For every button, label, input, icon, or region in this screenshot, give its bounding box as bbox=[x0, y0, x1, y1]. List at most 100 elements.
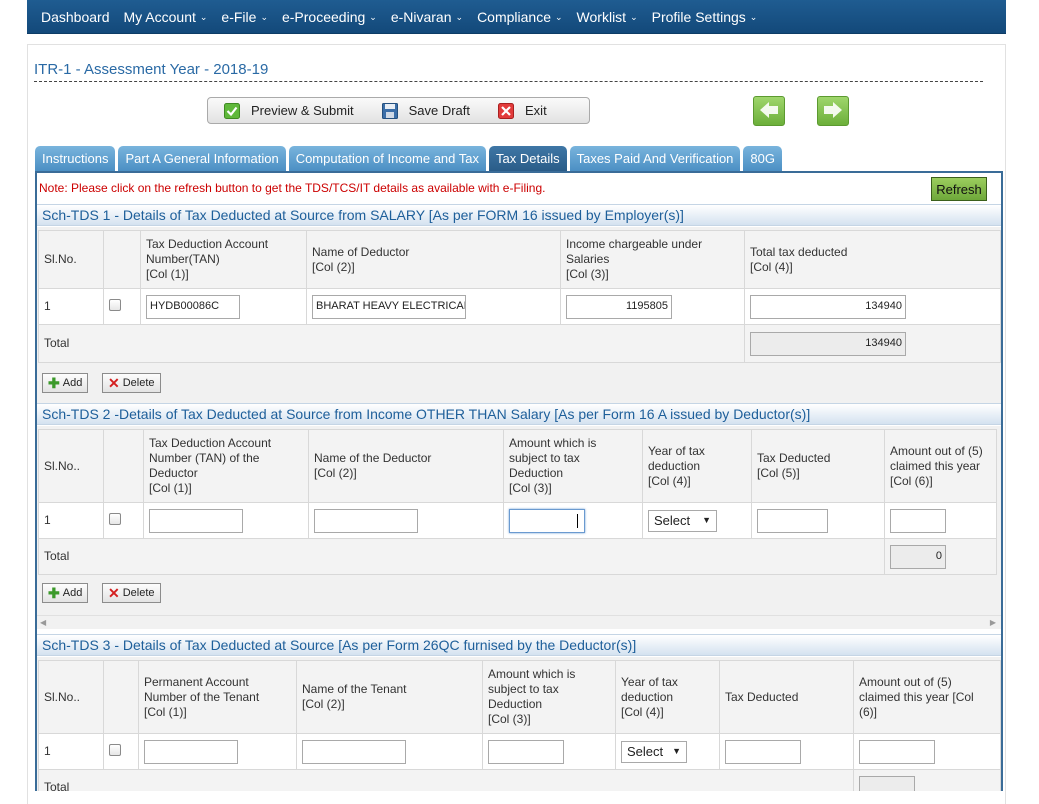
row-checkbox[interactable] bbox=[109, 743, 121, 756]
save-draft-button[interactable]: Save Draft bbox=[381, 102, 470, 119]
year-select[interactable]: Select ▼ bbox=[648, 509, 717, 532]
close-icon bbox=[498, 102, 515, 119]
table-row: 1 Select ▼ bbox=[38, 733, 1001, 770]
nav-item-dashboard[interactable]: Dashboard bbox=[41, 9, 110, 25]
year-select-value: Select bbox=[627, 744, 664, 759]
text-cursor bbox=[577, 513, 578, 528]
tds2-table: Sl.No.. Tax Deduction Account Number (TA… bbox=[38, 429, 997, 575]
nav-item-label: e-Proceeding bbox=[281, 8, 366, 25]
col-header: Name of the Tenant [Col (2)] bbox=[296, 660, 483, 734]
add-button[interactable]: ✚ Add bbox=[42, 583, 89, 603]
chevron-down-icon: ⌄ bbox=[555, 12, 563, 23]
nav-item-label: Worklist bbox=[576, 8, 627, 25]
pan-input[interactable] bbox=[144, 739, 238, 764]
chevron-down-icon: ⌄ bbox=[749, 12, 758, 23]
tax-deducted-input[interactable]: 134940 bbox=[750, 294, 906, 319]
total-tax-field: 134940 bbox=[750, 331, 906, 356]
nav-item-my-account[interactable]: My Account ⌄ bbox=[124, 9, 208, 25]
tab-part-a-general-information[interactable]: Part A General Information bbox=[118, 146, 286, 171]
row-number: 1 bbox=[38, 733, 104, 770]
col-header: Sl.No.. bbox=[38, 660, 104, 734]
tenant-name-input[interactable] bbox=[302, 739, 406, 764]
tan-input[interactable]: HYDB00086C bbox=[146, 294, 240, 319]
tan-input[interactable] bbox=[149, 508, 243, 533]
table-row: 1 HYDB00086C BHARAT HEAVY ELECTRICAL 119… bbox=[38, 288, 1001, 325]
income-input[interactable]: 1195805 bbox=[566, 294, 672, 319]
nav-item-compliance[interactable]: Compliance ⌄ bbox=[477, 9, 562, 25]
add-label: Add bbox=[62, 587, 83, 599]
row-number: 1 bbox=[38, 288, 104, 325]
tax-details-panel: Note: Please click on the refresh button… bbox=[35, 171, 1003, 791]
col-header: Amount out of (5) claimed this year [Col… bbox=[884, 429, 997, 503]
refresh-button[interactable]: Refresh bbox=[931, 177, 987, 201]
nav-item-label: e-File bbox=[221, 8, 257, 25]
tds3-section-title: Sch-TDS 3 - Details of Tax Deducted at S… bbox=[37, 634, 1001, 656]
chevron-down-icon: ⌄ bbox=[369, 12, 377, 23]
nav-item-label: Dashboard bbox=[41, 8, 110, 25]
tab-taxes-paid-and-verification[interactable]: Taxes Paid And Verification bbox=[569, 146, 741, 171]
deductor-name-input[interactable]: BHARAT HEAVY ELECTRICAL bbox=[312, 294, 466, 319]
tab-80g[interactable]: 80G bbox=[743, 146, 782, 171]
col-header: Name of Deductor [Col (2)] bbox=[306, 230, 561, 289]
scroll-left-icon[interactable]: ◀ bbox=[40, 618, 46, 627]
row-checkbox[interactable] bbox=[109, 298, 121, 311]
total-claimed-field: 0 bbox=[890, 544, 946, 569]
nav-item-label: Compliance bbox=[477, 8, 551, 25]
next-button[interactable] bbox=[817, 96, 849, 126]
amount-input[interactable] bbox=[509, 508, 585, 533]
exit-button[interactable]: Exit bbox=[498, 102, 547, 119]
tab-tax-details[interactable]: Tax Details bbox=[489, 146, 567, 171]
total-label: Total bbox=[38, 538, 885, 575]
col-header: Amount out of (5) claimed this year [Col… bbox=[853, 660, 1001, 734]
nav-item-worklist[interactable]: Worklist ⌄ bbox=[577, 9, 638, 25]
delete-icon: ✕ bbox=[108, 374, 120, 391]
col-header: Tax Deduction Account Number(TAN) [Col (… bbox=[140, 230, 307, 289]
col-header: Amount which is subject to tax Deduction… bbox=[482, 660, 616, 734]
delete-icon: ✕ bbox=[108, 584, 120, 601]
preview-submit-button[interactable]: Preview & Submit bbox=[224, 102, 354, 119]
row-checkbox[interactable] bbox=[109, 512, 121, 525]
claimed-amount-input[interactable] bbox=[859, 739, 935, 764]
add-button[interactable]: ✚ Add bbox=[42, 373, 89, 393]
col-header: Name of the Deductor [Col (2)] bbox=[308, 429, 504, 503]
page-title: ITR-1 - Assessment Year - 2018-19 bbox=[34, 61, 983, 82]
deductor-name-input[interactable] bbox=[314, 508, 418, 533]
previous-button[interactable] bbox=[753, 96, 785, 126]
tds2-section-title: Sch-TDS 2 -Details of Tax Deducted at So… bbox=[37, 403, 1001, 425]
nav-item-e-file[interactable]: e-File ⌄ bbox=[221, 9, 268, 25]
tax-deducted-input[interactable] bbox=[757, 508, 828, 533]
year-select[interactable]: Select ▼ bbox=[621, 740, 687, 763]
col-header: Sl.No. bbox=[38, 230, 104, 289]
exit-label: Exit bbox=[525, 103, 547, 118]
tds1-section-title: Sch-TDS 1 - Details of Tax Deducted at S… bbox=[37, 204, 1001, 226]
table-row: 1 Select ▼ bbox=[38, 502, 997, 539]
nav-item-label: My Account bbox=[123, 8, 196, 25]
col-header: Tax Deduction Account Number (TAN) of th… bbox=[143, 429, 309, 503]
col-header bbox=[103, 230, 141, 289]
chevron-down-icon: ⌄ bbox=[455, 12, 464, 23]
nav-item-profile-settings[interactable]: Profile Settings ⌄ bbox=[652, 9, 758, 25]
scroll-right-icon[interactable]: ▶ bbox=[990, 618, 996, 627]
tax-deducted-input[interactable] bbox=[725, 739, 801, 764]
checkmark-icon bbox=[224, 102, 240, 119]
tab-instructions[interactable]: Instructions bbox=[35, 146, 116, 171]
nav-item-e-nivaran[interactable]: e-Nivaran ⌄ bbox=[391, 9, 463, 25]
nav-item-e-proceeding[interactable]: e-Proceeding ⌄ bbox=[282, 9, 377, 25]
total-claimed-field bbox=[859, 775, 915, 791]
amount-input[interactable] bbox=[488, 739, 564, 764]
form-tabs: Instructions Part A General Information Co… bbox=[35, 146, 785, 171]
delete-label: Delete bbox=[122, 587, 155, 599]
tds1-table: Sl.No. Tax Deduction Account Number(TAN)… bbox=[38, 230, 1001, 363]
arrow-right-icon bbox=[823, 101, 843, 122]
tds1-section: Sl.No. Tax Deduction Account Number(TAN)… bbox=[37, 227, 1001, 403]
claimed-amount-input[interactable] bbox=[890, 508, 946, 533]
tab-computation-of-income-and-tax[interactable]: Computation of Income and Tax bbox=[288, 146, 487, 171]
total-row: Total bbox=[38, 769, 1001, 791]
col-header: Income chargeable under Salaries [Col (3… bbox=[560, 230, 745, 289]
delete-button[interactable]: ✕ Delete bbox=[102, 373, 161, 393]
year-select-value: Select bbox=[654, 513, 691, 528]
delete-button[interactable]: ✕ Delete bbox=[102, 583, 161, 603]
horizontal-scrollbar[interactable]: ◀ ▶ bbox=[37, 615, 1001, 629]
col-header: Amount which is subject to tax Deduction… bbox=[503, 429, 643, 503]
total-label: Total bbox=[38, 769, 854, 791]
